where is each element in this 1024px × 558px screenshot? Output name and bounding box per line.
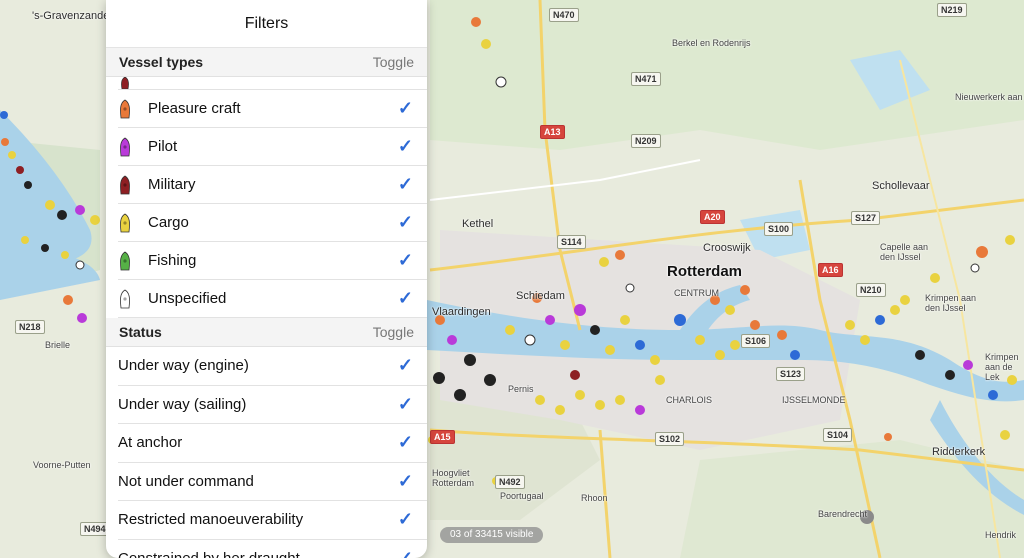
status-row[interactable]: Restricted manoeuverability ✓ [118,501,427,540]
vessel-type-label: Pilot [148,138,178,155]
unspecified-icon [118,289,148,309]
vessel-type-row[interactable]: Military ✓ [118,166,427,204]
place-label: Krimpen aan de Lek [985,352,1019,382]
place-label: Hoogvliet Rotterdam [432,468,475,488]
status-row[interactable]: Not under command ✓ [118,463,427,501]
panel-title: Filters [106,0,427,48]
pilot-icon [118,137,148,157]
checkmark-icon: ✓ [397,288,413,308]
status-row[interactable]: Under way (engine) ✓ [118,347,427,386]
military-icon [118,175,148,195]
road-shield: S114 [557,235,586,249]
place-label: Brielle [45,340,71,350]
checkmark-icon: ✓ [397,470,413,491]
vessel-type-row[interactable]: Cargo ✓ [118,204,427,242]
vessel-type-label: Unspecified [148,290,227,307]
status-label: Under way (sailing) [118,395,247,413]
district-label: CENTRUM [674,288,719,298]
place-label: Schollevaar [872,180,930,192]
checkmark-icon: ✓ [397,509,413,530]
status-label: Not under command [118,472,254,490]
road-shield: S100 [764,222,794,236]
status-label: Restricted manoeuverability [118,511,304,529]
vessel-type-label: Cargo [148,214,189,231]
section-title: Status [119,324,162,340]
status-header: Status Toggle [106,318,427,347]
place-label: Barendrecht [818,509,868,519]
road-shield: A20 [700,210,725,224]
pleasure-craft-icon [118,99,148,119]
checkmark-icon: ✓ [397,98,413,118]
road-shield: S104 [823,428,853,442]
checkmark-icon: ✓ [397,355,413,376]
vessel-type-row[interactable]: Fishing ✓ [118,242,427,280]
place-label: Capelle aan den IJssel [880,242,929,262]
vessel-type-label: Fishing [148,252,197,269]
place-label: Schiedam [516,290,565,302]
vessel-icon [121,77,129,89]
place-label: Poortugaal [500,491,544,501]
filters-panel: Filters Vessel types Toggle Pleasure cra… [106,0,427,558]
checkmark-icon: ✓ [397,432,413,453]
vessel-type-label: Pleasure craft [148,100,241,117]
district-label: CHARLOIS [666,395,713,405]
road-shield: N219 [937,3,967,17]
road-shield: N209 [631,134,661,148]
checkmark-icon: ✓ [397,174,413,194]
vessel-type-row[interactable]: Unspecified ✓ [118,280,427,318]
road-shield: N218 [15,320,45,334]
road-shield: N210 [856,283,886,297]
road-shield: S106 [741,334,771,348]
status-label: At anchor [118,434,183,452]
status-label: Under way (engine) [118,357,249,375]
vessel-type-label: Military [148,176,196,193]
place-label: Hendrik [985,530,1017,540]
road-shield: A15 [430,430,455,444]
place-label: 's-Gravenzande [32,10,110,22]
place-label: Rhoon [581,493,608,503]
status-row[interactable]: At anchor ✓ [118,424,427,463]
place-label: Pernis [508,384,534,394]
checkmark-icon: ✓ [397,212,413,232]
fishing-icon [118,251,148,271]
place-label: Nieuwerkerk aan den IJssel [955,92,1024,102]
road-shield: A16 [818,263,843,277]
vessel-type-row[interactable]: Pleasure craft ✓ [118,90,427,128]
road-shield: S127 [851,211,881,225]
vessel-type-row[interactable]: Pilot ✓ [118,128,427,166]
road-shield: N492 [495,475,525,489]
status-label: Constrained by her draught [118,550,398,558]
partially-hidden-row[interactable] [118,77,427,90]
road-shield: S123 [776,367,806,381]
visible-count-badge: 03 of 33415 visible [440,527,544,543]
road-shield: S102 [655,432,685,446]
place-label: Berkel en Rodenrijs [672,38,751,48]
status-toggle-button[interactable]: Toggle [373,324,414,340]
city-label: Rotterdam [667,263,743,280]
district-label: IJSSELMONDE [782,395,846,405]
checkmark-icon: ✓ [397,393,413,414]
vessel-types-header: Vessel types Toggle [106,48,427,77]
cargo-icon [118,213,148,233]
place-label: Ridderkerk [932,446,986,458]
status-row[interactable]: Under way (sailing) ✓ [118,386,427,424]
place-label: Vlaardingen [432,306,491,318]
section-title: Vessel types [119,54,204,70]
road-shield: A13 [540,125,565,139]
place-label: Krimpen aan den IJssel [925,293,977,313]
checkmark-icon: ✓ [397,250,413,270]
place-label: Kethel [462,218,494,230]
status-row[interactable]: Constrained by her draught✓ [118,540,427,558]
road-shield: N470 [549,8,579,22]
road-shield: N471 [631,72,661,86]
place-label: Crooswijk [703,242,751,254]
place-label: Voorne-Putten [33,460,91,470]
checkmark-icon: ✓ [397,136,413,156]
checkmark-icon: ✓ [397,547,413,558]
vessel-types-toggle-button[interactable]: Toggle [373,54,414,70]
